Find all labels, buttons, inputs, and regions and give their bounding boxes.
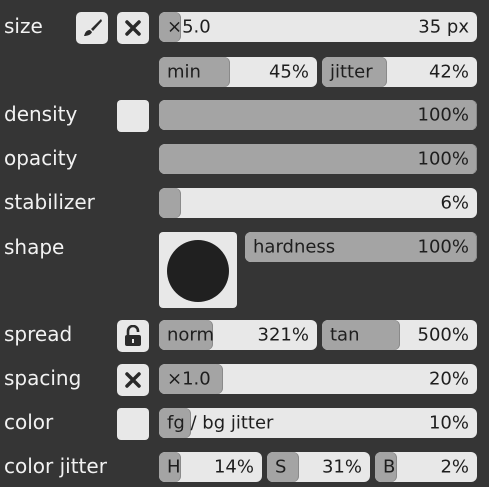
hardness-value: 100% [417,236,469,258]
spread-tan-slider[interactable]: tan 500% [322,320,477,350]
hue-jitter-slider[interactable]: H 14% [159,452,262,482]
size-min-label: min [167,61,201,83]
size-jitter-value: 42% [428,61,469,83]
brightness-jitter-slider[interactable]: B 2% [375,452,477,482]
spread-tan-value: 500% [417,324,469,346]
brush-icon [84,19,102,36]
stabilizer-value: 6% [440,192,469,214]
spacing-label: spacing [4,366,82,390]
color-fg-bg-label: fg / bg jitter [167,413,273,434]
spread-label: spread [4,322,73,346]
brush-button[interactable] [76,12,108,44]
saturation-label: S [275,456,287,478]
brush-shape-circle [167,240,229,302]
shape-preview[interactable] [159,232,237,308]
color-value: 10% [428,412,469,434]
shape-label: shape [4,235,65,259]
saturation-jitter-slider[interactable]: S 31% [267,452,370,482]
hardness-label: hardness [253,236,336,258]
size-multiplier: ×5.0 [167,16,211,38]
spacing-multiplier: ×1.0 [167,368,211,390]
color-jitter-label: color jitter [4,454,107,478]
size-jitter-slider[interactable]: jitter 42% [322,57,477,87]
spread-norm-label: norm [167,324,215,346]
size-clear-button[interactable] [117,12,149,44]
saturation-value: 31% [321,456,362,478]
spacing-value: 20% [428,368,469,390]
fg-label: fg [167,412,185,434]
size-min-slider[interactable]: min 45% [159,57,317,87]
bg-jitter-label: / bg jitter [184,412,274,434]
spacing-slider[interactable]: ×1.0 20% [159,364,477,394]
density-label: density [4,102,78,126]
stabilizer-label: stabilizer [4,190,95,214]
opacity-slider[interactable]: 100% [159,144,477,174]
spacing-clear-button[interactable] [117,364,149,396]
close-icon [125,372,141,388]
spread-norm-value: 321% [257,324,309,346]
size-jitter-label: jitter [330,61,373,83]
size-value: 35 px [418,16,469,38]
stabilizer-slider[interactable]: 6% [159,188,477,218]
color-label: color [4,410,54,434]
opacity-label: opacity [4,146,78,170]
size-slider[interactable]: ×5.0 35 px [159,12,477,42]
density-slider[interactable]: 100% [159,100,477,130]
size-label: size [4,14,43,38]
color-checkbox[interactable] [117,408,149,440]
hue-label: H [167,456,181,478]
spread-lock-button[interactable] [117,320,149,352]
spread-tan-label: tan [330,324,360,346]
opacity-value: 100% [417,148,469,170]
hue-value: 14% [213,456,254,478]
density-checkbox[interactable] [117,100,149,132]
lock-open-icon [125,325,141,346]
hardness-slider[interactable]: hardness 100% [245,232,477,262]
close-icon [125,20,141,36]
brightness-label: B [383,456,396,478]
color-jitter-slider[interactable]: fg / bg jitter 10% [159,408,477,438]
density-value: 100% [417,104,469,126]
size-min-value: 45% [268,61,309,83]
brightness-value: 2% [440,456,469,478]
spread-norm-slider[interactable]: norm 321% [159,320,317,350]
stabilizer-fill [159,188,181,218]
